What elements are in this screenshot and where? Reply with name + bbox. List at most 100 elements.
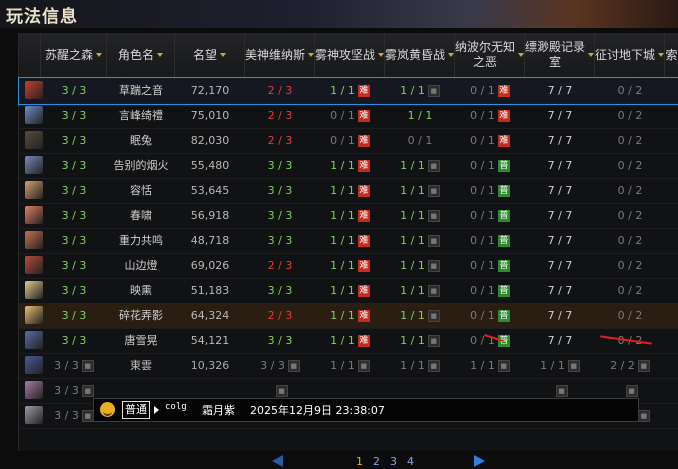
sort-arrow-icon[interactable] <box>378 53 384 57</box>
sort-arrow-icon[interactable] <box>308 53 314 57</box>
column-header[interactable]: 缥渺殿记录室 <box>525 33 595 77</box>
lock-icon: ■ <box>427 160 440 172</box>
table-row[interactable]: 3 / 3 言峰绮禮 75,010 2 / 30 / 1难1 / 10 / 1难7 /… <box>19 103 678 129</box>
hard-mode-badge: 难 <box>357 210 370 222</box>
normal-mode-badge: 普 <box>497 260 510 272</box>
cell-fame-value: 56,918 <box>190 209 230 222</box>
chat-datetime: 2025年12月9日 23:38:07 <box>250 404 385 417</box>
cell-fame: 69,026 <box>175 253 245 278</box>
column-header[interactable]: 纳波尔无知之恶 <box>455 33 525 77</box>
hard-mode-badge: 难 <box>357 160 370 172</box>
column-header[interactable]: 名望 <box>175 33 245 77</box>
cell-venus: 3 / 3 <box>245 228 315 253</box>
hard-mode-badge: 难 <box>497 85 510 97</box>
sort-arrow-icon[interactable] <box>658 53 664 57</box>
dungeon-table: 苏醒之森 角色名 名望 美神维纳斯 雾神攻坚战 雾岚黄昏战 纳波尔无知之恶 缥渺殿记录室 征讨地… <box>18 33 678 451</box>
cell-dungeon: 0 / 2 <box>595 103 665 128</box>
column-header[interactable]: 苏醒之森 <box>41 33 107 77</box>
column-header[interactable]: 雾神攻坚战 <box>315 33 385 77</box>
cell-piao-value: 7 / 7 <box>547 159 573 172</box>
title-bar: 玩法信息 <box>0 0 678 28</box>
cell-dusk-value: 1 / 1 <box>400 334 425 347</box>
column-header[interactable]: 征讨地下城 <box>595 33 665 77</box>
column-header-label: 索 <box>665 47 678 62</box>
table-row[interactable]: 3 / 3 眠兔 82,030 2 / 30 / 1难0 / 10 / 1难7 / 7… <box>19 128 678 154</box>
sort-arrow-icon[interactable] <box>157 53 163 57</box>
cell-piao: 7 / 7 <box>525 278 595 303</box>
cell-venus-value: 2 / 3 <box>267 134 293 147</box>
cell-mistAtk: 1 / 1难 <box>315 153 385 178</box>
hard-mode-badge: 难 <box>357 110 370 122</box>
sort-arrow-icon[interactable] <box>220 53 226 57</box>
cell-venus-value: 2 / 3 <box>267 259 293 272</box>
cell-venus: 2 / 3 <box>245 303 315 328</box>
table-row[interactable]: 3 / 3 容恬 53,645 3 / 31 / 1难1 / 1 ■ 0 / 1普7 / … <box>19 178 678 204</box>
sort-arrow-icon[interactable] <box>518 53 524 57</box>
column-header[interactable]: 角色名 <box>107 33 175 77</box>
lock-icon: ■ <box>427 360 440 372</box>
hard-mode-badge: 难 <box>357 135 370 147</box>
sort-arrow-icon[interactable] <box>448 53 454 57</box>
cell-venus-value: 3 / 3 <box>267 209 293 222</box>
table-row[interactable]: 3 / 3 映熏 51,183 3 / 31 / 1难1 / 1 ■ 0 / 1普7 / … <box>19 278 678 304</box>
cell-forest-value: 3 / 3 <box>61 234 87 247</box>
cell-fame: 54,121 <box>175 328 245 353</box>
cell-dungeon: 0 / 2 <box>595 128 665 153</box>
cell-dungeon-value: 0 / 2 <box>617 259 643 272</box>
cell-venus: 2 / 3 <box>245 103 315 128</box>
page-link-3[interactable]: 3 <box>390 455 397 468</box>
hard-mode-badge: 难 <box>357 235 370 247</box>
table-row[interactable]: 3 / 3 告别的烟火 55,480 3 / 31 / 1难1 / 1 ■ 0 / 1普7… <box>19 153 678 179</box>
column-header[interactable]: 雾岚黄昏战 <box>385 33 455 77</box>
header-avatar-column <box>19 33 41 77</box>
chat-channel-button[interactable]: 普通 <box>122 401 150 419</box>
lock-icon: ■ <box>287 360 300 372</box>
cell-dungeon-value: 0 / 2 <box>617 84 643 97</box>
sort-arrow-icon[interactable] <box>96 53 102 57</box>
page-link-4[interactable]: 4 <box>407 455 414 468</box>
chat-input-bar[interactable]: 普通 colg 霜月紫 2025年12月9日 23:38:07 <box>93 398 639 422</box>
lock-icon: ■ <box>427 185 440 197</box>
table-row[interactable]: 3 / 3 碎花弄影 64,324 2 / 31 / 1难1 / 1 ■ 0 / 1普7 … <box>19 303 678 329</box>
lock-icon: ■ <box>625 385 638 397</box>
page-link-2[interactable]: 2 <box>373 455 380 468</box>
emoji-icon[interactable] <box>100 402 115 417</box>
cell-dusk-value: 1 / 1 <box>400 159 425 172</box>
cell-piao: 7 / 7 <box>525 228 595 253</box>
page-link-1[interactable]: 1 <box>356 455 363 468</box>
table-row[interactable]: 3 / 3 春啸 56,918 3 / 31 / 1难1 / 1 ■ 0 / 1普7 / … <box>19 203 678 229</box>
cell-fame-value: 53,645 <box>190 184 230 197</box>
table-row[interactable]: 3 / 3 ■ 東雲 10,326 3 / 3 ■ 1 / 1 ■ 1 / 1 ■ 1 / 1 ■ 1 … <box>19 353 678 379</box>
cell-dusk: 1 / 1 <box>385 103 455 128</box>
cell-dungeon: 0 / 2 <box>595 78 665 103</box>
lock-icon: ■ <box>637 360 650 372</box>
table-row[interactable]: 3 / 3 唐雪晃 54,121 3 / 31 / 1难1 / 1 ■ 0 / 1普7 /… <box>19 328 678 354</box>
cell-venus-value: 2 / 3 <box>267 309 293 322</box>
cell-dungeon: 0 / 2 <box>595 153 665 178</box>
cell-forest-value: 3 / 3 <box>61 334 87 347</box>
next-page-icon[interactable] <box>474 455 485 467</box>
cell-napol: 0 / 1普 <box>455 228 525 253</box>
cell-name: 春啸 <box>107 203 175 228</box>
cell-name: 東雲 <box>107 353 175 378</box>
cell-napol-value: 0 / 1 <box>470 134 495 147</box>
cell-venus: 3 / 3 <box>245 178 315 203</box>
table-row[interactable]: 3 / 3 重力共鸣 48,718 3 / 31 / 1难1 / 1 ■ 0 / 1普7 … <box>19 228 678 254</box>
cell-venus-value: 3 / 3 <box>267 184 293 197</box>
cell-napol-value: 0 / 1 <box>470 84 495 97</box>
cell-piao-value: 7 / 7 <box>547 84 573 97</box>
cell-mistAtk: 1 / 1难 <box>315 303 385 328</box>
normal-mode-badge: 普 <box>497 285 510 297</box>
prev-page-icon[interactable] <box>272 455 283 467</box>
column-header[interactable]: 索 <box>665 33 678 77</box>
cell-piao-value: 1 / 1 <box>540 359 565 372</box>
column-header[interactable]: 美神维纳斯 <box>245 33 315 77</box>
column-header-label: 美神维纳斯 <box>245 47 306 62</box>
sort-arrow-icon[interactable] <box>588 53 594 57</box>
cell-name-value: 春啸 <box>130 209 152 222</box>
normal-mode-badge: 普 <box>497 185 510 197</box>
table-row[interactable]: 3 / 3 草踹之音 72,170 2 / 31 / 1难1 / 1 ■ 0 / 1难7 … <box>18 77 678 105</box>
table-row[interactable]: 3 / 3 山边燈 69,026 2 / 31 / 1难1 / 1 ■ 0 / 1普7 /… <box>19 253 678 279</box>
cell-mistAtk: 0 / 1难 <box>315 103 385 128</box>
normal-mode-badge: 普 <box>497 160 510 172</box>
